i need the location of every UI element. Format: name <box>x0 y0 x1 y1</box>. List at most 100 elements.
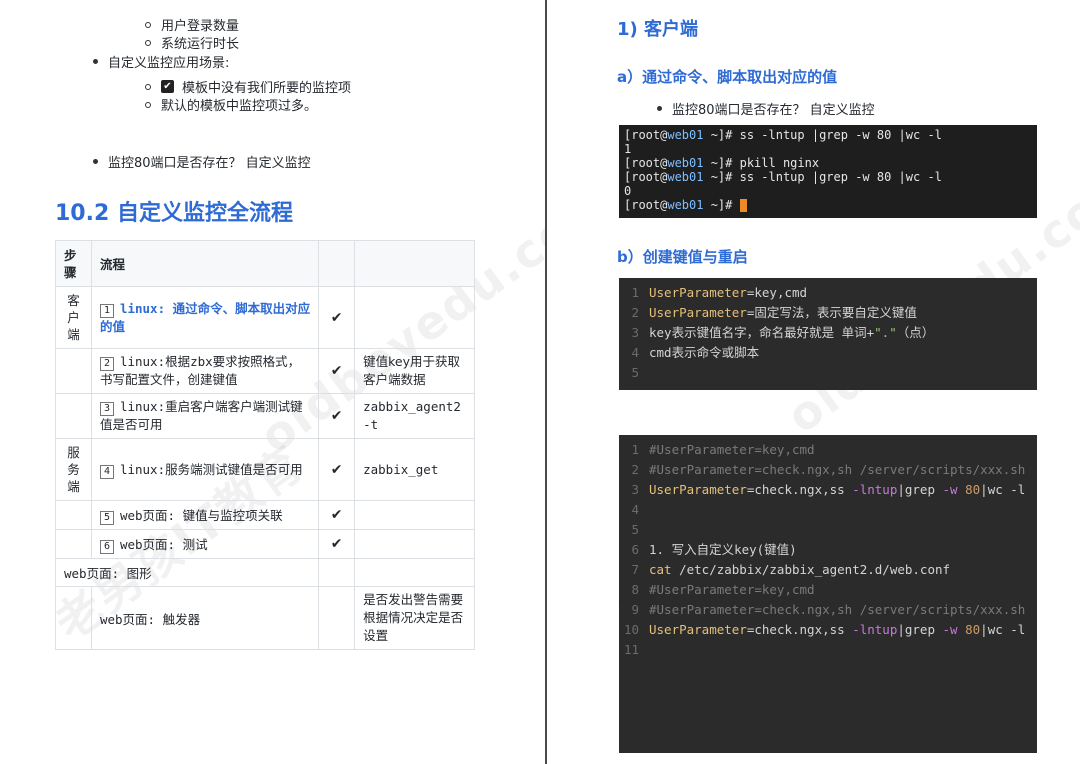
line-number: 3 <box>631 325 639 340</box>
check-icon: ✔ <box>318 529 356 559</box>
table-header-row: 步骤 流程 <box>55 240 475 287</box>
flow-cell: web页面: 图形 <box>54 558 320 587</box>
list-item: 监控80端口是否存在？ 自定义监控 <box>657 99 875 118</box>
header-note <box>354 240 475 287</box>
step-cell <box>55 529 92 559</box>
check-icon: ✔ <box>318 500 356 530</box>
note-cell: zabbix_agent2 -t <box>354 393 475 439</box>
code-token: UserParameter <box>649 305 747 320</box>
code-token: /etc/zabbix/zabbix_agent2.d/web.conf <box>671 562 951 577</box>
step-cell <box>55 348 92 394</box>
table-row: 服务端 4 linux:服务端测试键值是否可用 ✔ zabbix_get <box>55 438 475 501</box>
step-number: 4 <box>99 464 114 479</box>
line-number: 2 <box>631 305 639 320</box>
code-token: key表示键值名字，命名最好就是 单词+ <box>649 325 875 340</box>
section-title: 10.2 自定义监控全流程 <box>55 201 293 226</box>
line-number: 4 <box>631 502 639 517</box>
code-line: 2 #UserParameter=check.ngx,sh /server/scr… <box>619 460 1037 480</box>
check-icon: ✔ <box>318 286 356 349</box>
heading-client: 1) 客户端 <box>617 19 699 40</box>
code-line: 3 key表示键值名字，命名最好就是 单词+"."（点） <box>619 323 1037 343</box>
code-line: 11 <box>619 640 1037 660</box>
line-number: 8 <box>631 582 639 597</box>
terminal-line: 1 <box>624 142 632 156</box>
code-token: =固定写法，表示要自定义键值 <box>746 305 917 320</box>
flow-cell: 5 web页面: 键值与监控项关联 <box>90 500 320 530</box>
code-line: 9 #UserParameter=check.ngx,sh /server/scr… <box>619 600 1037 620</box>
prompt-command: ~]# <box>703 198 740 212</box>
line-number: 5 <box>631 365 639 380</box>
flow-cell: 3 linux:重启客户端客户端测试键值是否可用 <box>90 393 320 439</box>
code-line: 8 #UserParameter=key,cmd <box>619 580 1037 600</box>
code-line: 4 <box>619 500 1037 520</box>
code-text: #UserParameter=key,cmd <box>649 580 1037 600</box>
code-line: 2 UserParameter=固定写法，表示要自定义键值 <box>619 303 1037 323</box>
code-token: UserParameter <box>649 285 747 300</box>
line-number: 10 <box>623 622 639 637</box>
code-token: |grep <box>897 622 943 637</box>
code-text: key表示键值名字，命名最好就是 单词+"."（点） <box>649 323 1037 343</box>
list-item: 默认的模板中监控项过多。 <box>145 95 317 114</box>
line-number: 7 <box>631 562 639 577</box>
prompt-host: web01 <box>667 128 704 142</box>
prompt-command: ~]# ss -lntup |grep -w 80 |wc -l <box>703 170 942 184</box>
note-cell: 键值key用于获取客户端数据 <box>354 348 475 394</box>
disc-bullet-icon <box>93 159 98 164</box>
code-token: |wc -l <box>980 482 1026 497</box>
disc-bullet-icon <box>657 106 662 111</box>
prompt-command: ~]# ss -lntup |grep -w 80 |wc -l <box>703 128 942 142</box>
terminal-line: [root@web01 ~]# pkill nginx <box>624 156 1032 170</box>
heading-a: a）通过命令、脚本取出对应的值 <box>617 68 838 86</box>
line-number: 2 <box>631 462 639 477</box>
code-block-2: 1 #UserParameter=key,cmd 2 #UserParameter=c… <box>619 435 1037 753</box>
circle-bullet-icon <box>145 21 151 28</box>
step-number: 1 <box>99 303 114 318</box>
step-number: 6 <box>99 540 114 554</box>
terminal-line: [root@web01 ~]# <box>624 198 1032 212</box>
prompt-command: ~]# pkill nginx <box>703 156 820 170</box>
step-cell <box>55 586 92 650</box>
step-number: 5 <box>99 511 114 525</box>
flow-cell: 1 linux: 通过命令、脚本取出对应的值 <box>90 286 320 349</box>
code-token: 80 <box>965 482 981 497</box>
code-token: cat <box>649 562 672 577</box>
flow-cell: 6 web页面: 测试 <box>90 529 320 559</box>
step-client: 客户端 <box>55 286 92 349</box>
note-cell <box>354 558 475 587</box>
prompt-host: web01 <box>667 170 704 184</box>
note-cell <box>354 286 475 349</box>
prompt-user: [root@ <box>624 170 668 184</box>
heading-b: b）创建键值与重启 <box>617 248 748 266</box>
code-token: cmd表示命令或脚本 <box>649 345 760 360</box>
disc-bullet-icon <box>93 59 98 64</box>
left-page: 老男孩IT教育 oldboyedu.com 用户登录数量 系统运行时长 自定义监… <box>0 0 545 764</box>
check-icon: ✔ <box>318 348 356 394</box>
code-text: UserParameter=固定写法，表示要自定义键值 <box>649 303 1037 323</box>
code-token: -w <box>942 622 958 637</box>
flow-cell: web页面: 触发器 <box>90 586 320 650</box>
table-row: web页面: 触发器 是否发出警告需要根据情况决定是否设置 <box>55 586 475 650</box>
code-token: #UserParameter=check.ngx,sh /server/scri… <box>649 602 1026 617</box>
code-line: 5 <box>619 363 1037 383</box>
step-number: 2 <box>99 357 114 371</box>
circle-bullet-icon <box>145 83 151 90</box>
code-token: #UserParameter=check.ngx,sh /server/scri… <box>649 462 1026 477</box>
flow-cell: 2 linux:根据zbx要求按照格式，书写配置文件，创建键值 <box>90 348 320 394</box>
prompt-user: [root@ <box>624 156 668 170</box>
check-icon: ✔ <box>318 438 356 501</box>
checkbox-checked-icon[interactable]: ✔ <box>161 80 174 93</box>
note-cell: zabbix_get <box>354 438 475 501</box>
code-token: =key,cmd <box>746 285 808 300</box>
table-row: 5 web页面: 键值与监控项关联 ✔ <box>55 500 475 530</box>
table-row: 3 linux:重启客户端客户端测试键值是否可用 ✔ zabbix_agent2 … <box>55 393 475 439</box>
cursor-icon <box>739 199 747 212</box>
code-line: 1 #UserParameter=key,cmd <box>619 440 1037 460</box>
check-icon: ✔ <box>318 393 356 439</box>
line-number: 6 <box>631 542 639 557</box>
code-text: UserParameter=key,cmd <box>649 283 1037 303</box>
code-text: #UserParameter=key,cmd <box>649 440 1037 460</box>
line-number: 4 <box>631 345 639 360</box>
